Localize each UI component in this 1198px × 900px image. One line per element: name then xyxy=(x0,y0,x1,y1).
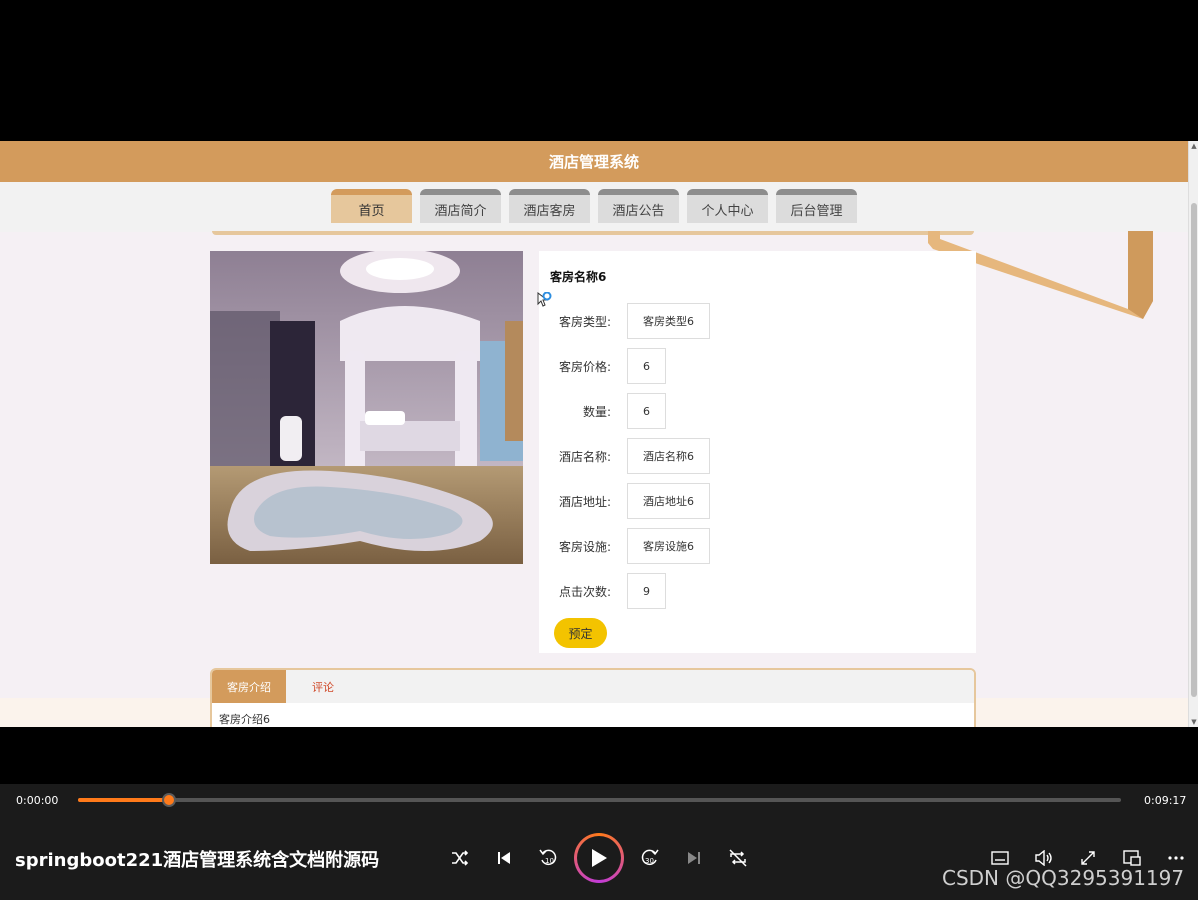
nav-hotel-notices[interactable]: 酒店公告 xyxy=(598,189,679,223)
nav-admin[interactable]: 后台管理 xyxy=(776,189,857,223)
field-value: 客房类型6 xyxy=(627,303,710,339)
nav-home[interactable]: 首页 xyxy=(331,189,412,223)
field-value: 6 xyxy=(627,348,666,384)
mouse-cursor-icon xyxy=(537,292,552,307)
seek-bar[interactable] xyxy=(78,793,1121,807)
field-label: 客房设施: xyxy=(558,539,611,554)
field-label: 点击次数: xyxy=(558,584,611,599)
rewind-10-icon[interactable]: 10 xyxy=(536,846,560,870)
field-value: 酒店名称6 xyxy=(627,438,710,474)
field-label: 酒店地址: xyxy=(558,494,611,509)
play-button[interactable] xyxy=(574,833,624,883)
field-room-facilities: 客房设施: 客房设施6 xyxy=(539,528,710,564)
site-title: 酒店管理系统 xyxy=(0,141,1188,182)
field-value: 9 xyxy=(627,573,666,609)
scroll-up-icon[interactable]: ▲ xyxy=(1190,142,1198,150)
svg-text:30: 30 xyxy=(645,857,654,865)
field-label: 数量: xyxy=(582,404,611,419)
field-hotel-name: 酒店名称: 酒店名称6 xyxy=(539,438,710,474)
field-click-count: 点击次数: 9 xyxy=(539,573,666,609)
book-button[interactable]: 预定 xyxy=(554,618,607,648)
tab-comments[interactable]: 评论 xyxy=(286,670,360,703)
field-hotel-address: 酒店地址: 酒店地址6 xyxy=(539,483,710,519)
room-photo xyxy=(210,251,523,564)
forward-30-icon[interactable]: 30 xyxy=(638,846,662,870)
next-icon[interactable] xyxy=(682,846,706,870)
scroll-down-icon[interactable]: ▼ xyxy=(1190,718,1198,726)
field-label: 客房类型: xyxy=(558,314,611,329)
total-time: 0:09:17 xyxy=(1144,794,1187,807)
current-time: 0:00:00 xyxy=(16,794,59,807)
nav-hotel-intro[interactable]: 酒店简介 xyxy=(420,189,501,223)
field-quantity: 数量: 6 xyxy=(539,393,666,429)
tab-room-intro[interactable]: 客房介绍 xyxy=(212,670,286,703)
field-room-type: 客房类型: 客房类型6 xyxy=(539,303,710,339)
tab-header: 客房介绍 评论 xyxy=(212,670,974,703)
main-nav: 首页 酒店简介 酒店客房 酒店公告 个人中心 后台管理 xyxy=(0,182,1188,232)
field-value: 6 xyxy=(627,393,666,429)
shuffle-icon[interactable] xyxy=(448,846,472,870)
watermark-text: CSDN @QQ3295391197 xyxy=(942,866,1185,890)
tab-content: 客房介绍6 xyxy=(219,713,270,726)
previous-icon[interactable] xyxy=(492,846,516,870)
room-detail-panel: 客房名称6 客房类型: 客房类型6 客房价格: 6 数量: 6 酒店名称: 酒店… xyxy=(539,251,976,653)
loop-off-icon[interactable] xyxy=(726,846,750,870)
room-name: 客房名称6 xyxy=(550,270,607,284)
svg-text:10: 10 xyxy=(545,857,554,865)
decorative-bar xyxy=(212,231,974,235)
field-label: 客房价格: xyxy=(558,359,611,374)
room-tabs: 客房介绍 评论 客房介绍6 xyxy=(210,668,976,727)
video-player-controls: 0:00:00 0:09:17 springboot221酒店管理系统含文档附源… xyxy=(0,784,1198,900)
nav-personal-center[interactable]: 个人中心 xyxy=(687,189,768,223)
field-value: 酒店地址6 xyxy=(627,483,710,519)
seek-handle[interactable] xyxy=(161,793,176,807)
video-title: springboot221酒店管理系统含文档附源码 xyxy=(15,850,380,871)
web-page: 酒店管理系统 首页 酒店简介 酒店客房 酒店公告 个人中心 后台管理 客房名称6… xyxy=(0,141,1198,727)
play-icon xyxy=(577,836,621,880)
page-scrollbar[interactable]: ▲ ▼ xyxy=(1188,141,1198,727)
field-room-price: 客房价格: 6 xyxy=(539,348,666,384)
scroll-thumb[interactable] xyxy=(1191,203,1197,697)
field-value: 客房设施6 xyxy=(627,528,710,564)
field-label: 酒店名称: xyxy=(558,449,611,464)
nav-hotel-rooms[interactable]: 酒店客房 xyxy=(509,189,590,223)
seek-progress xyxy=(78,798,169,802)
